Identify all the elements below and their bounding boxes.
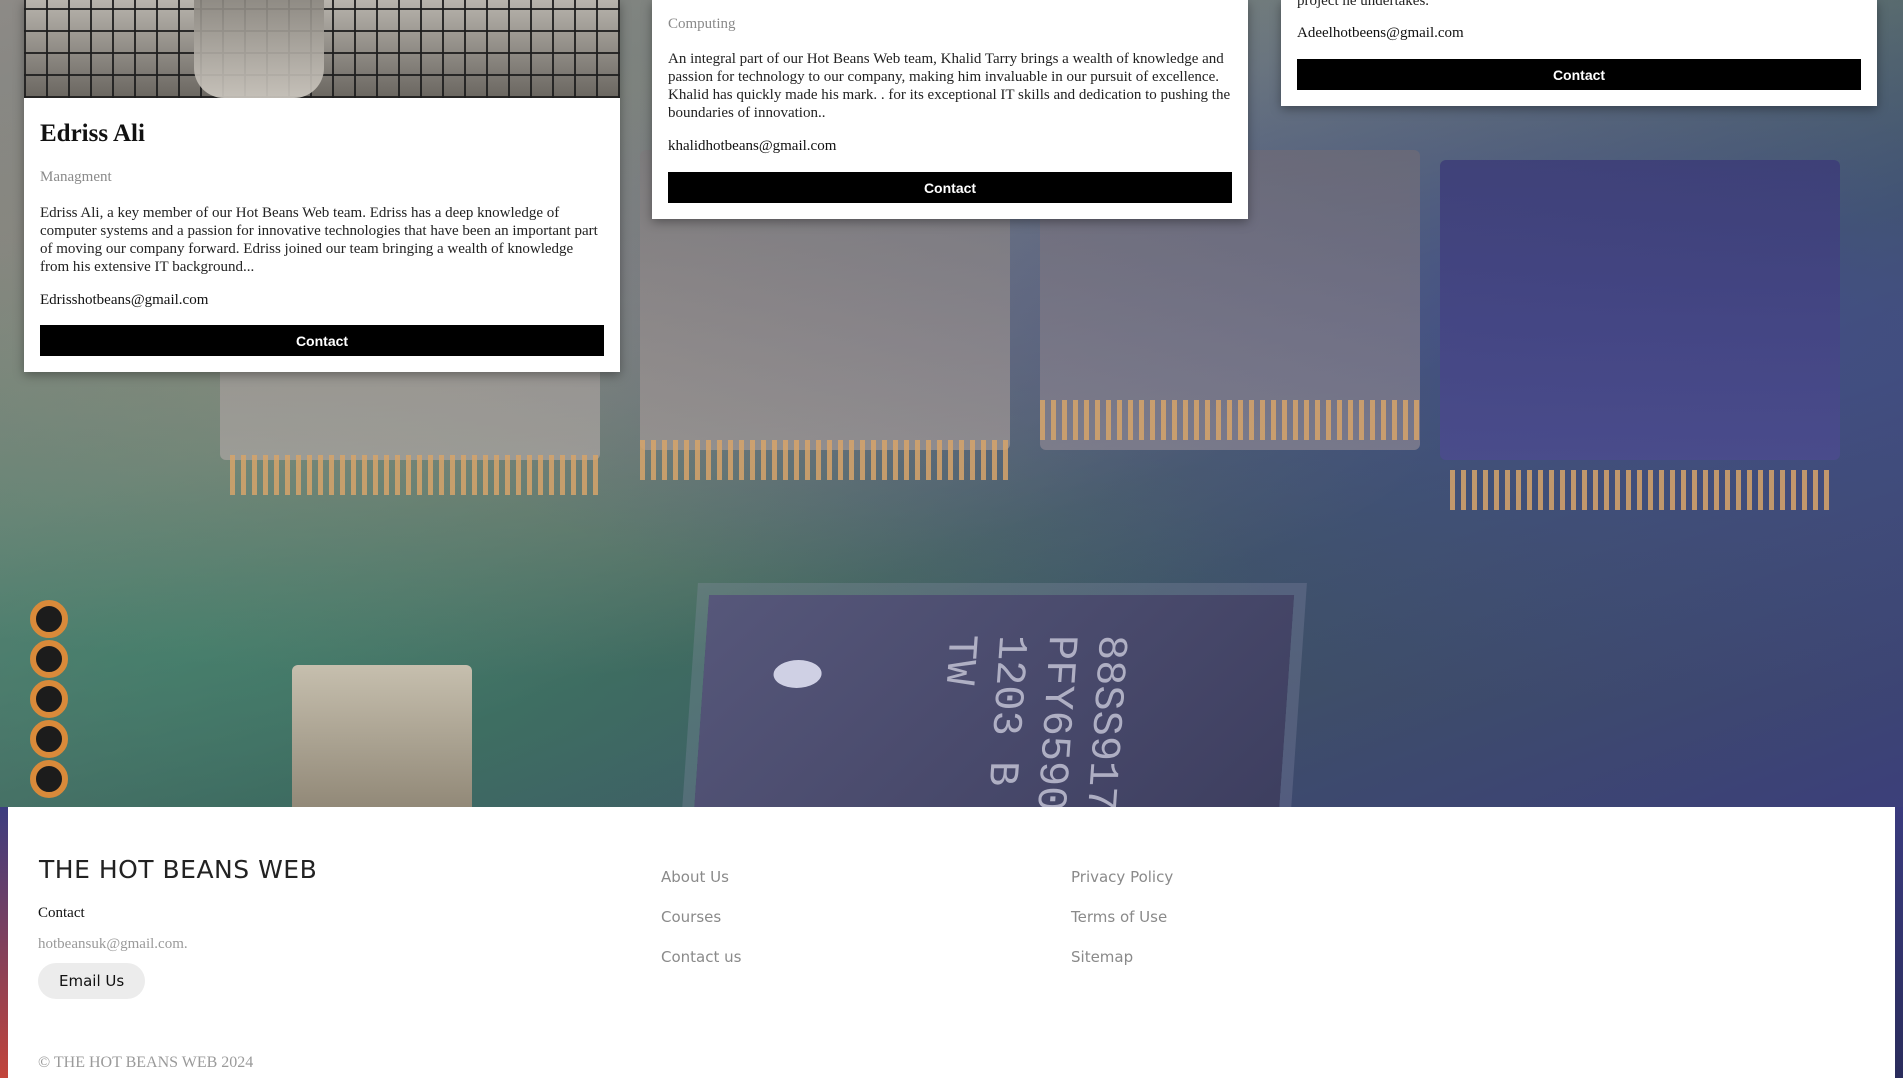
background-capacitor xyxy=(292,665,472,807)
chip-marking: 88SS9174- PFY6590 1203 B TW xyxy=(933,635,1136,807)
footer-link-about-us[interactable]: About Us xyxy=(661,868,729,886)
background-solder-ring xyxy=(30,760,68,798)
footer-link-privacy-policy[interactable]: Privacy Policy xyxy=(1071,868,1173,886)
site-footer: THE HOT BEANS WEB Contact hotbeansuk@gma… xyxy=(8,807,1895,1078)
team-member-email: Adeelhotbeens@gmail.com xyxy=(1297,25,1464,41)
background-edge xyxy=(0,807,8,1078)
background-solder-ring xyxy=(30,640,68,678)
team-member-name: Edriss Ali xyxy=(40,120,145,147)
chip-dot xyxy=(772,660,823,688)
background-pins xyxy=(1450,470,1830,510)
footer-link-contact-us[interactable]: Contact us xyxy=(661,948,741,966)
team-member-photo xyxy=(24,0,620,98)
footer-contact-email: hotbeansuk@gmail.com. xyxy=(38,936,188,952)
footer-link-terms-of-use[interactable]: Terms of Use xyxy=(1071,908,1167,926)
contact-button[interactable]: Contact xyxy=(668,172,1232,203)
team-member-description: project he undertakes. xyxy=(1297,0,1430,9)
background-pins xyxy=(640,440,1010,480)
footer-link-sitemap[interactable]: Sitemap xyxy=(1071,948,1133,966)
team-member-email: Edrisshotbeans@gmail.com xyxy=(40,292,209,308)
photo-figure xyxy=(194,0,324,98)
contact-button[interactable]: Contact xyxy=(1297,59,1861,90)
background-edge xyxy=(1895,807,1903,1078)
background-solder-ring xyxy=(30,680,68,718)
background-chip xyxy=(1440,160,1840,460)
team-member-description: An integral part of our Hot Beans Web te… xyxy=(668,51,1231,121)
footer-brand: THE HOT BEANS WEB xyxy=(39,855,318,884)
background-pins xyxy=(1040,400,1420,440)
team-card-khalid: Computing An integral part of our Hot Be… xyxy=(652,0,1248,219)
email-us-button[interactable]: Email Us xyxy=(38,963,146,999)
footer-contact-label: Contact xyxy=(38,905,85,921)
background-solder-ring xyxy=(30,720,68,758)
footer-copyright: © THE HOT BEANS WEB 2024 xyxy=(38,1054,254,1071)
background-solder-ring xyxy=(30,600,68,638)
team-member-role: Computing xyxy=(668,16,736,32)
team-member-description: Edriss Ali, a key member of our Hot Bean… xyxy=(40,205,598,275)
background-pins xyxy=(230,455,600,495)
contact-button[interactable]: Contact xyxy=(40,325,604,356)
background-main-chip: 88SS9174- PFY6590 1203 B TW xyxy=(690,595,1295,807)
team-member-role: Managment xyxy=(40,169,112,185)
team-card-edriss: Edriss Ali Managment Edriss Ali, a key m… xyxy=(24,0,620,372)
team-member-email: khalidhotbeans@gmail.com xyxy=(668,138,837,154)
footer-link-courses[interactable]: Courses xyxy=(661,908,721,926)
team-card-adeel: project he undertakes. Adeelhotbeens@gma… xyxy=(1281,0,1877,106)
